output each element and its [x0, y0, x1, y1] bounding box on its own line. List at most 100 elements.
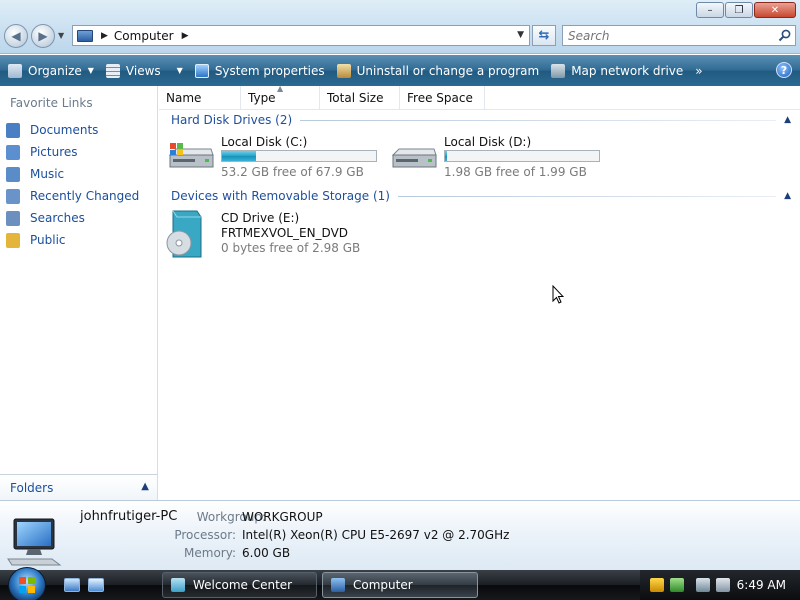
sort-ascending-icon: ▲: [277, 84, 284, 93]
column-header-label: Total Size: [327, 91, 384, 105]
fav-link-pictures[interactable]: Pictures: [6, 141, 139, 163]
help-button[interactable]: ?: [776, 62, 792, 78]
map-network-drive-label: Map network drive: [571, 63, 684, 78]
minimize-button[interactable]: –: [696, 2, 724, 18]
drive-free-space: 53.2 GB free of 67.9 GB: [221, 165, 364, 179]
column-header-free-space[interactable]: Free Space: [400, 86, 485, 110]
folders-toggle[interactable]: Folders ▲: [0, 474, 157, 500]
organize-button[interactable]: Organize ▼: [0, 55, 100, 86]
documents-icon: [6, 122, 20, 138]
taskbar-computer[interactable]: Computer: [322, 572, 478, 598]
group-header-hard-disks[interactable]: Hard Disk Drives (2) ▲: [171, 112, 791, 128]
forward-arrow-icon: ▶: [38, 29, 48, 43]
close-button[interactable]: ✕: [754, 2, 796, 18]
taskbar-welcome-center[interactable]: Welcome Center: [162, 572, 317, 598]
task-label: Welcome Center: [193, 578, 293, 592]
breadcrumb-separator-icon[interactable]: ▶: [101, 31, 108, 41]
volume-muted-icon[interactable]: [716, 578, 730, 592]
views-button[interactable]: Views ▼: [100, 55, 189, 86]
fav-link-label: Music: [30, 167, 65, 181]
mouse-pointer-icon: [552, 285, 564, 304]
programs-icon: [336, 63, 351, 78]
system-properties-button[interactable]: System properties: [189, 55, 331, 86]
network-disconnected-icon[interactable]: [696, 578, 710, 592]
back-button[interactable]: ◀: [4, 24, 28, 48]
network-drive-icon: [551, 63, 566, 78]
address-dropdown-icon[interactable]: ▼: [517, 30, 524, 40]
uninstall-program-button[interactable]: Uninstall or change a program: [331, 55, 546, 86]
drive-item-d[interactable]: Local Disk (D:) 1.98 GB free of 1.99 GB: [390, 135, 610, 181]
views-label: Views: [125, 63, 161, 78]
taskbar-clock[interactable]: 6:49 AM: [737, 578, 786, 592]
map-network-drive-button[interactable]: Map network drive: [545, 55, 689, 86]
security-shield-icon[interactable]: [650, 578, 664, 592]
column-header-type[interactable]: ▲ Type: [241, 84, 320, 110]
column-header-label: Free Space: [407, 91, 473, 105]
breadcrumb-chevron-icon[interactable]: ▶: [182, 31, 189, 41]
breadcrumb-computer[interactable]: Computer: [114, 29, 174, 43]
volume-label: FRTMEXVOL_EN_DVD: [221, 226, 349, 240]
windows-logo-icon: [19, 577, 35, 593]
fav-link-searches[interactable]: Searches: [6, 207, 139, 229]
refresh-button[interactable]: ⇆: [532, 25, 556, 46]
maximize-button[interactable]: ❐: [725, 2, 753, 18]
window-controls: – ❐ ✕: [696, 2, 796, 18]
refresh-icon: ⇆: [538, 28, 550, 43]
group-header-label: Devices with Removable Storage (1): [171, 189, 390, 203]
column-header-total-size[interactable]: Total Size: [320, 86, 400, 110]
memory-value: 6.00 GB: [242, 546, 291, 560]
forward-button[interactable]: ▶: [31, 24, 55, 48]
windows-defender-icon[interactable]: [670, 578, 684, 592]
fav-link-public[interactable]: Public: [6, 229, 139, 251]
fav-link-music[interactable]: Music: [6, 163, 139, 185]
collapse-group-icon[interactable]: ▲: [784, 115, 791, 125]
drive-item-c[interactable]: Local Disk (C:) 53.2 GB free of 67.9 GB: [167, 135, 387, 181]
hard-drive-icon: [391, 148, 437, 168]
dvd-drive-icon: [166, 210, 202, 258]
folders-label: Folders: [10, 480, 54, 495]
fav-link-documents[interactable]: Documents: [6, 119, 139, 141]
show-desktop-icon[interactable]: [64, 578, 80, 592]
drive-item-e[interactable]: CD Drive (E:) FRTMEXVOL_EN_DVD 0 bytes f…: [165, 209, 425, 261]
start-button[interactable]: [8, 567, 46, 600]
fav-link-recently-changed[interactable]: Recently Changed: [6, 185, 139, 207]
recent-pages-dropdown[interactable]: ▼: [58, 31, 64, 40]
group-divider: [397, 195, 777, 197]
search-icon[interactable]: [778, 29, 791, 42]
column-header-name[interactable]: Name: [159, 86, 241, 110]
computer-icon: [7, 518, 62, 566]
system-tray: 6:49 AM: [640, 570, 800, 600]
system-properties-label: System properties: [214, 63, 325, 78]
navigation-pane: Favorite Links Documents Pictures Music …: [0, 86, 158, 500]
switch-windows-icon[interactable]: [88, 578, 104, 592]
fav-link-label: Pictures: [30, 145, 78, 159]
drive-name: Local Disk (C:): [221, 135, 308, 149]
memory-label: Memory:: [184, 546, 236, 560]
group-header-removable[interactable]: Devices with Removable Storage (1) ▲: [171, 188, 791, 204]
title-bar: – ❐ ✕ ◀ ▶ ▼ ▶ Computer ▶ ▼ ⇆: [0, 0, 800, 54]
drive-name: CD Drive (E:): [221, 211, 300, 225]
column-header-label: Name: [166, 91, 202, 105]
drive-free-space: 0 bytes free of 2.98 GB: [221, 241, 361, 255]
collapse-group-icon[interactable]: ▲: [784, 191, 791, 201]
chevron-up-icon: ▲: [141, 481, 149, 492]
drive-usage-bar: [221, 150, 377, 162]
drive-usage-fill: [445, 151, 447, 161]
drive-usage-fill: [222, 151, 256, 161]
searches-icon: [6, 210, 20, 226]
processor-label: Processor:: [174, 528, 236, 542]
back-arrow-icon: ◀: [11, 29, 21, 43]
taskbar: Welcome Center Computer 6:49 AM: [0, 567, 800, 600]
file-list-pane: Name ▲ Type Total Size Free Space Hard D…: [159, 84, 800, 500]
recently-changed-icon: [6, 188, 20, 204]
search-box[interactable]: [562, 25, 796, 46]
search-input[interactable]: [568, 28, 768, 43]
column-header-label: Type: [248, 91, 276, 105]
public-folder-icon: [6, 232, 20, 248]
address-bar[interactable]: ▶ Computer ▶ ▼: [72, 25, 530, 46]
task-label: Computer: [353, 578, 413, 592]
system-properties-icon: [194, 63, 209, 78]
toolbar-overflow-button[interactable]: »: [689, 55, 708, 86]
drive-usage-bar: [444, 150, 600, 162]
drive-free-space: 1.98 GB free of 1.99 GB: [444, 165, 587, 179]
